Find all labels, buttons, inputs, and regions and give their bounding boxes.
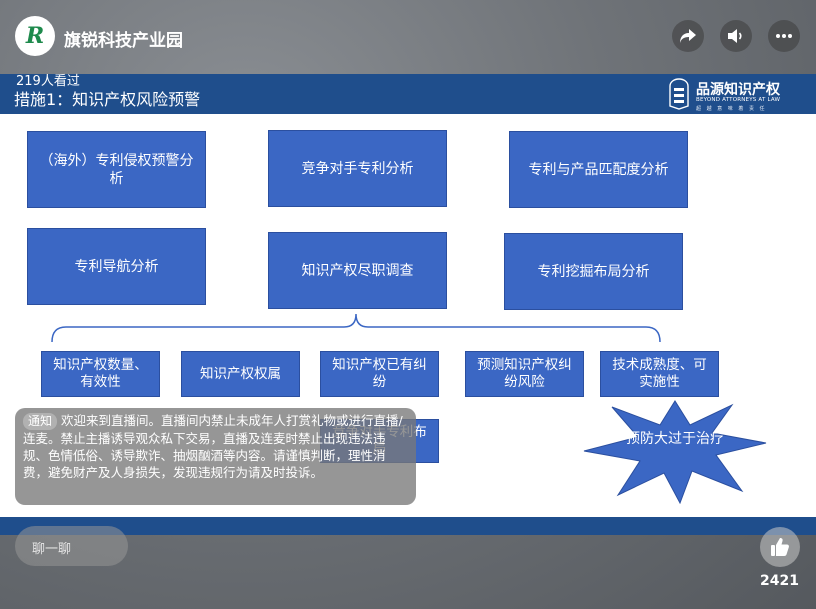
box-existing-disputes: 知识产权已有纠纷 xyxy=(320,351,439,397)
box-label: 知识产权已有纠纷 xyxy=(332,357,427,390)
box-label: 预测知识产权纠纷风险 xyxy=(477,357,572,390)
share-icon xyxy=(680,29,696,43)
chat-input[interactable]: 聊一聊 xyxy=(15,526,128,566)
box-tech-maturity: 技术成熟度、可实施性 xyxy=(600,351,719,397)
like-button[interactable] xyxy=(760,527,800,567)
notice-tag: 通知 xyxy=(23,413,58,430)
top-bar: R 旗锐科技产业园 xyxy=(0,0,816,72)
viewer-count: 219人看过 xyxy=(16,74,80,89)
share-button[interactable] xyxy=(672,20,704,52)
box-label: 技术成熟度、可实施性 xyxy=(612,357,707,390)
like-count: 2421 xyxy=(760,573,799,589)
box-ownership: 知识产权权属 xyxy=(181,351,300,397)
live-notice: 通知 欢迎来到直播间。直播间内禁止未成年人打赏礼物或进行直播/连麦。禁止主播诱导观… xyxy=(15,408,416,505)
box-label: 知识产权数量、有效性 xyxy=(53,357,148,390)
star-burst-shape xyxy=(583,400,767,504)
volume-button[interactable] xyxy=(720,20,752,52)
box-label: 知识产权权属 xyxy=(200,365,281,382)
chat-placeholder: 聊一聊 xyxy=(32,542,72,557)
more-icon xyxy=(776,34,792,38)
channel-avatar[interactable]: R xyxy=(15,16,55,56)
volume-icon xyxy=(728,29,742,43)
box-dispute-prediction: 预测知识产权纠纷风险 xyxy=(465,351,584,397)
star-text: 预防大过于治疗 xyxy=(626,431,724,447)
thumbs-up-icon xyxy=(771,538,789,556)
more-button[interactable] xyxy=(768,20,800,52)
notice-text: 欢迎来到直播间。直播间内禁止未成年人打赏礼物或进行直播/连麦。禁止主播诱导观众私… xyxy=(23,413,403,480)
avatar-logo-mark: R xyxy=(25,23,45,49)
channel-name[interactable]: 旗锐科技产业园 xyxy=(64,26,183,51)
box-quantity-validity: 知识产权数量、有效性 xyxy=(41,351,160,397)
